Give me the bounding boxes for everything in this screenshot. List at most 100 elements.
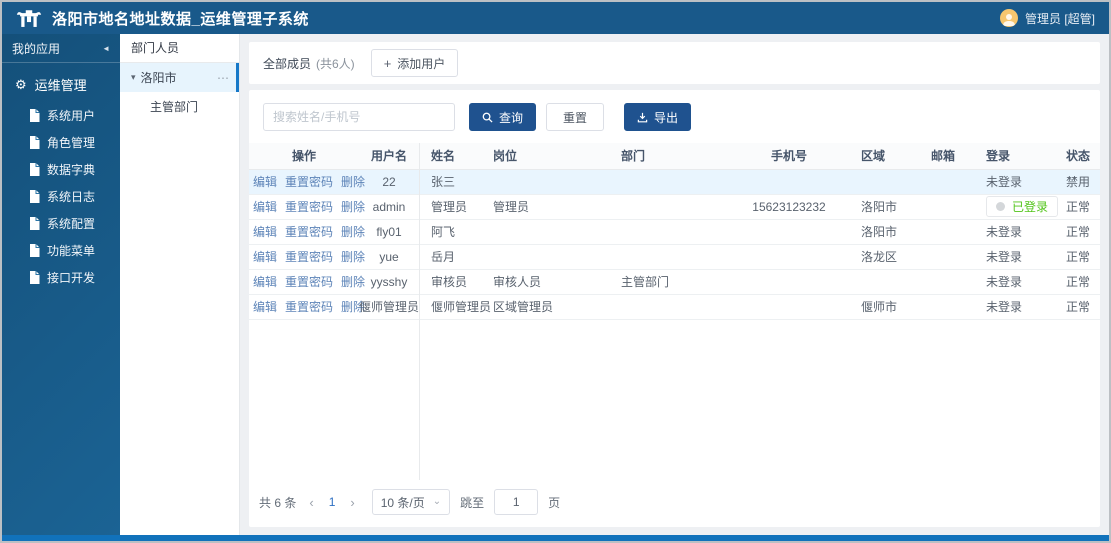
- row-action-link-1[interactable]: 重置密码: [285, 275, 333, 289]
- current-page[interactable]: 1: [327, 495, 338, 509]
- cell-department: [609, 244, 729, 270]
- column-header-9: 状态: [1054, 143, 1100, 170]
- sidebar-item-0[interactable]: 系统用户: [2, 102, 120, 129]
- cell-name: 管理员: [419, 194, 481, 220]
- cell-login: 未登录: [974, 219, 1054, 245]
- cell-region: 洛阳市: [849, 219, 919, 245]
- row-action-link-1[interactable]: 重置密码: [285, 225, 333, 239]
- cell-phone: [729, 294, 849, 320]
- cell-status: 正常: [1054, 244, 1100, 270]
- jump-label: 跳至: [460, 495, 485, 510]
- sidebar-item-label: 数据字典: [47, 163, 96, 177]
- next-page-icon[interactable]: ›: [347, 495, 357, 510]
- cell-email: [919, 269, 974, 295]
- column-header-8: 登录: [974, 143, 1054, 170]
- sidebar-header[interactable]: 我的应用 ◄: [2, 34, 120, 63]
- plus-icon: +: [383, 55, 392, 71]
- cell-region: 洛龙区: [849, 244, 919, 270]
- table-row: 编辑 重置密码 删除 fly01 阿飞 洛阳市 未登录 正常: [249, 219, 1100, 245]
- add-user-button[interactable]: + 添加用户: [370, 49, 459, 77]
- cell-username: 22: [359, 169, 419, 195]
- login-status-badge: 已登录: [986, 196, 1059, 217]
- tree-node-1[interactable]: 主管部门: [120, 92, 239, 121]
- row-action-link-1[interactable]: 重置密码: [285, 300, 333, 314]
- cell-username: admin: [359, 194, 419, 220]
- tree-node-0[interactable]: ▾ 洛阳市 ⋯: [120, 63, 239, 92]
- page-title: 洛阳市地名地址数据_运维管理子系统: [52, 10, 309, 28]
- sidebar-item-5[interactable]: 功能菜单: [2, 237, 120, 264]
- table-card: 查询 重置 导出 操: [249, 90, 1100, 527]
- column-header-2: 姓名: [419, 143, 481, 170]
- cell-email: [919, 169, 974, 195]
- app-window: 洛阳市地名地址数据_运维管理子系统 管理员 [超管] 我的应用 ◄ ⚙ 运维管理…: [0, 0, 1111, 543]
- query-button[interactable]: 查询: [469, 103, 537, 131]
- row-action-link-0[interactable]: 编辑: [253, 300, 277, 314]
- tree-caret-icon[interactable]: ▾: [131, 72, 136, 83]
- cell-name: 偃师管理员: [419, 294, 491, 320]
- reset-button[interactable]: 重置: [546, 103, 605, 131]
- prev-page-icon[interactable]: ‹: [306, 495, 316, 510]
- sidebar-item-label: 系统日志: [47, 190, 96, 204]
- row-action-link-2[interactable]: 删除: [341, 275, 365, 289]
- row-action-link-0[interactable]: 编辑: [253, 250, 277, 264]
- column-header-5: 手机号: [729, 143, 849, 170]
- row-action-link-1[interactable]: 重置密码: [285, 200, 333, 214]
- jump-page-input[interactable]: [494, 489, 539, 515]
- members-count: (共6人): [316, 56, 355, 71]
- export-button[interactable]: 导出: [624, 103, 692, 131]
- user-menu[interactable]: 管理员 [超管]: [999, 9, 1095, 27]
- cell-region: [849, 269, 919, 295]
- cell-department: [609, 169, 729, 195]
- table-row: 编辑 重置密码 删除 偃师管理员 偃师管理员 区域管理员 偃师市 未登录 正常: [249, 294, 1100, 320]
- cell-status: 正常: [1054, 194, 1100, 220]
- row-action-link-1[interactable]: 重置密码: [285, 175, 333, 189]
- row-action-link-2[interactable]: 删除: [341, 250, 365, 264]
- cell-phone: 15623123232: [729, 194, 849, 220]
- sidebar-item-2[interactable]: 数据字典: [2, 156, 120, 183]
- users-table: 操作 用户名 姓名 岗位 部门 手机号 区域 邮箱 登录 状态 编辑 重置密码 删除 22 张三 未登录 禁用…: [249, 143, 1100, 320]
- reset-label: 重置: [563, 110, 588, 125]
- cell-email: [919, 219, 974, 245]
- sidebar-item-label: 功能菜单: [47, 244, 96, 258]
- app-logo-icon: [16, 7, 42, 29]
- sidebar-item-3[interactable]: 系统日志: [2, 183, 120, 210]
- app-header: 洛阳市地名地址数据_运维管理子系统 管理员 [超管]: [2, 2, 1109, 34]
- cell-region: [849, 169, 919, 195]
- row-action-link-1[interactable]: 重置密码: [285, 250, 333, 264]
- table-row: 编辑 重置密码 删除 yue 岳月 洛龙区 未登录 正常: [249, 244, 1100, 270]
- cell-position: [481, 244, 609, 270]
- cell-department: [609, 219, 729, 245]
- column-header-4: 部门: [609, 143, 729, 170]
- row-action-link-2[interactable]: 删除: [341, 175, 365, 189]
- sidebar-group-label: 运维管理: [34, 78, 87, 93]
- doc-icon: [30, 136, 40, 149]
- cell-login: 未登录: [974, 244, 1054, 270]
- more-options-icon[interactable]: ⋯: [217, 71, 230, 85]
- column-header-3: 岗位: [481, 143, 609, 170]
- bottom-accent-bar: [2, 535, 1109, 541]
- cell-email: [919, 294, 974, 320]
- gear-icon: ⚙: [15, 76, 27, 92]
- cell-status: 正常: [1054, 269, 1100, 295]
- row-action-link-2[interactable]: 删除: [341, 200, 365, 214]
- row-action-link-0[interactable]: 编辑: [253, 275, 277, 289]
- row-action-link-0[interactable]: 编辑: [253, 175, 277, 189]
- row-action-link-0[interactable]: 编辑: [253, 200, 277, 214]
- sidebar-item-4[interactable]: 系统配置: [2, 210, 120, 237]
- cell-login: 未登录: [974, 294, 1054, 320]
- fixed-column-divider: [419, 143, 420, 480]
- row-action-link-0[interactable]: 编辑: [253, 225, 277, 239]
- row-actions: 编辑 重置密码 删除: [249, 169, 365, 195]
- column-header-1: 用户名: [359, 143, 419, 170]
- sidebar-item-6[interactable]: 接口开发: [2, 264, 120, 291]
- search-icon: [482, 112, 493, 123]
- collapse-icon[interactable]: ◄: [102, 44, 110, 53]
- doc-icon: [30, 244, 40, 257]
- cell-email: [919, 194, 974, 220]
- column-header-7: 邮箱: [919, 143, 974, 170]
- sidebar-group-ops[interactable]: ⚙ 运维管理: [2, 63, 120, 102]
- page-size-select[interactable]: 10 条/页 ⌄: [371, 489, 451, 515]
- sidebar-item-1[interactable]: 角色管理: [2, 129, 120, 156]
- row-action-link-2[interactable]: 删除: [341, 225, 365, 239]
- search-input[interactable]: [263, 103, 455, 131]
